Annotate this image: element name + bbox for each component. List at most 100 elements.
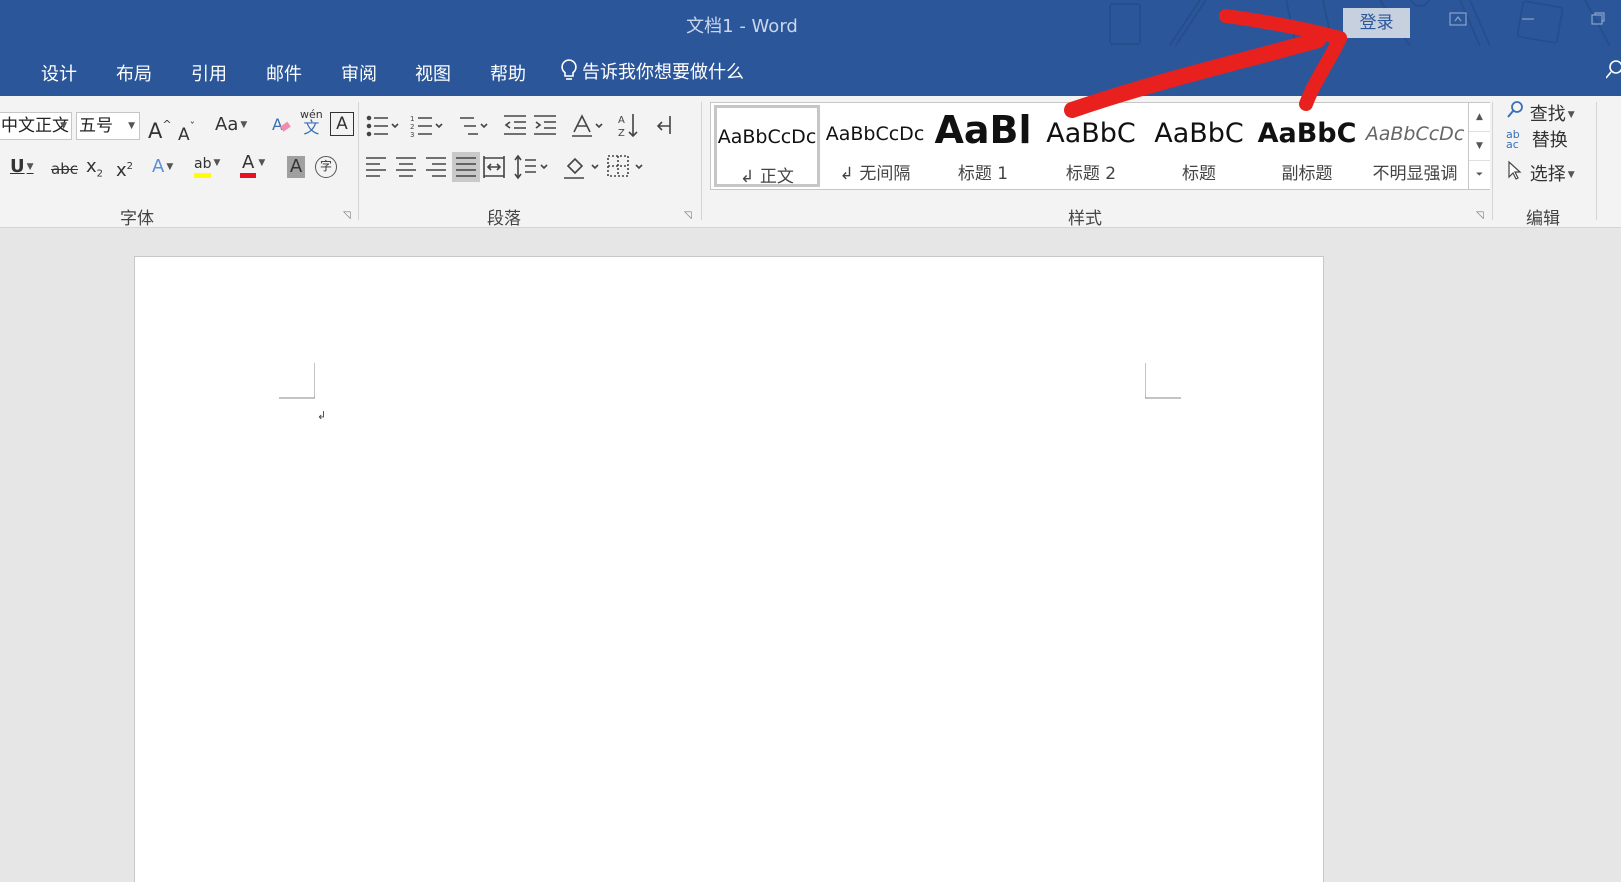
font-color-icon: A: [240, 153, 257, 178]
svg-text:2: 2: [410, 123, 414, 131]
cursor-arrow-icon: [1508, 160, 1522, 180]
tab-help[interactable]: 帮助: [490, 60, 526, 86]
tab-references[interactable]: 引用: [191, 60, 227, 86]
highlight-pen-icon: ab: [194, 155, 212, 178]
font-group-label: 字体: [120, 209, 154, 229]
minimize-icon[interactable]: [1518, 12, 1538, 30]
underline-button[interactable]: U ▼: [10, 156, 34, 178]
change-case-button[interactable]: Aa ▼: [215, 114, 247, 136]
tab-mailings[interactable]: 邮件: [266, 60, 302, 86]
styles-gallery: AaBbCcDc ↲ 正文 AaBbCcDc ↲ 无间隔 AaBl 标题 1 A…: [710, 102, 1490, 190]
style-normal[interactable]: AaBbCcDc ↲ 正文: [714, 105, 820, 187]
group-separator: [1596, 102, 1597, 220]
replace-label: 替换: [1531, 130, 1568, 151]
tab-view[interactable]: 视图: [415, 60, 451, 86]
bullets-icon: [366, 115, 388, 137]
share-search-icon[interactable]: [1605, 60, 1621, 84]
document-canvas[interactable]: ↲: [0, 229, 1621, 882]
styles-dialog-launcher-icon[interactable]: ◹: [1476, 210, 1484, 221]
svg-text:1: 1: [410, 115, 414, 123]
font-size-combobox[interactable]: 五号 ▼: [76, 112, 140, 140]
borders-icon: [607, 155, 629, 177]
align-left-icon: [366, 157, 386, 177]
ribbon-home: 中文正文 ▼ 五号 ▼ A^ Aˇ Aa ▼ A wén 文 A U ▼ abc x…: [0, 96, 1621, 229]
align-center-icon: [396, 157, 416, 177]
group-separator: [1492, 102, 1493, 220]
restore-icon[interactable]: [1588, 12, 1608, 30]
select-label: 选择: [1529, 164, 1566, 185]
font-name-combobox[interactable]: 中文正文 ▼: [0, 112, 72, 140]
tell-me-text: 告诉我你想要做什么: [582, 62, 744, 83]
document-title: 文档1 - Word: [686, 16, 798, 37]
grow-font-icon[interactable]: A^: [148, 114, 172, 142]
styles-group-label: 样式: [1068, 209, 1102, 229]
svg-text:A: A: [618, 115, 625, 126]
style-heading-2[interactable]: AaBbC 标题 2: [1038, 105, 1144, 187]
phonetic-guide-button[interactable]: wén 文: [300, 108, 323, 137]
search-icon: [1507, 101, 1523, 118]
styles-gallery-scroller: ▲ ▼ ⏷: [1468, 103, 1490, 189]
style-heading-1[interactable]: AaBl 标题 1: [930, 105, 1036, 187]
text-effects-button[interactable]: A ▼: [152, 156, 173, 178]
character-shading-button[interactable]: A: [287, 156, 305, 178]
distributed-icon: [483, 156, 505, 178]
font-size-value: 五号: [79, 116, 113, 136]
ribbon-display-options-icon[interactable]: [1448, 12, 1468, 30]
style-title[interactable]: AaBbC 标题: [1146, 105, 1252, 187]
svg-text:A: A: [272, 115, 283, 134]
strikethrough-button[interactable]: abc: [51, 158, 78, 180]
style-subtle-emphasis[interactable]: AaBbCcDc 不明显强调: [1362, 105, 1468, 187]
font-name-dropdown-icon[interactable]: ▼: [60, 113, 67, 139]
document-page[interactable]: ↲: [134, 256, 1324, 882]
select-button[interactable]: 选择 ▼: [1506, 160, 1575, 186]
ribbon-tab-bar: 设计 布局 引用 邮件 审阅 视图 帮助 告诉我你想要做什么: [0, 46, 1621, 96]
font-color-button[interactable]: A ▼: [240, 152, 265, 178]
tab-layout[interactable]: 布局: [116, 60, 152, 86]
text-highlight-color-button[interactable]: ab ▼: [194, 152, 220, 178]
svg-text:Z: Z: [618, 128, 625, 139]
editing-group-label: 编辑: [1526, 209, 1560, 229]
gallery-scroll-down-icon[interactable]: ▼: [1469, 132, 1490, 161]
gallery-more-icon[interactable]: ⏷: [1469, 161, 1490, 190]
shading-bucket-icon: [564, 157, 584, 179]
find-button[interactable]: 查找 ▼: [1506, 100, 1575, 126]
font-size-dropdown-icon[interactable]: ▼: [128, 113, 135, 139]
style-subtitle[interactable]: AaBbC 副标题: [1254, 105, 1360, 187]
paragraph-buttons[interactable]: 123 AZ: [366, 112, 686, 186]
character-border-button[interactable]: A: [330, 112, 354, 136]
style-no-spacing[interactable]: AaBbCcDc ↲ 无间隔: [822, 105, 928, 187]
lightbulb-icon: [561, 59, 577, 80]
phonetic-guide-char: 文: [303, 118, 320, 137]
numbering-icon: 123: [410, 115, 432, 139]
title-bar: 文档1 - Word 登录: [0, 0, 1621, 46]
font-name-value: 中文正文: [1, 116, 69, 136]
group-separator: [358, 102, 359, 220]
group-separator: [701, 102, 702, 220]
find-label: 查找: [1529, 104, 1566, 125]
gallery-scroll-up-icon[interactable]: ▲: [1469, 103, 1490, 132]
paragraph-dialog-launcher-icon[interactable]: ◹: [684, 210, 692, 221]
chinese-layout-icon: [572, 114, 592, 137]
align-right-icon: [426, 157, 446, 177]
replace-button[interactable]: ab ac 替换: [1506, 128, 1568, 152]
enclose-characters-button[interactable]: 字: [315, 156, 337, 178]
subscript-button[interactable]: x2: [86, 156, 103, 186]
superscript-button[interactable]: x2: [116, 156, 133, 182]
paragraph-mark: ↲: [317, 409, 327, 422]
show-formatting-marks-icon: [656, 116, 671, 134]
tab-review[interactable]: 审阅: [341, 60, 377, 86]
tell-me-search[interactable]: 告诉我你想要做什么: [560, 58, 744, 84]
svg-text:3: 3: [410, 131, 414, 139]
margin-corner-top-left: [279, 363, 315, 399]
replace-icon: ab ac: [1506, 128, 1520, 151]
font-dialog-launcher-icon[interactable]: ◹: [343, 210, 351, 221]
clear-formatting-icon[interactable]: A: [271, 114, 293, 142]
shrink-font-icon[interactable]: Aˇ: [178, 116, 195, 146]
decrease-indent-icon: [504, 115, 526, 135]
line-spacing-icon: [514, 154, 536, 180]
login-button[interactable]: 登录: [1343, 8, 1410, 38]
tab-design[interactable]: 设计: [41, 60, 77, 86]
paragraph-group-label: 段落: [487, 209, 521, 229]
justify-active-bg: [452, 152, 480, 182]
margin-corner-top-right: [1145, 363, 1181, 399]
